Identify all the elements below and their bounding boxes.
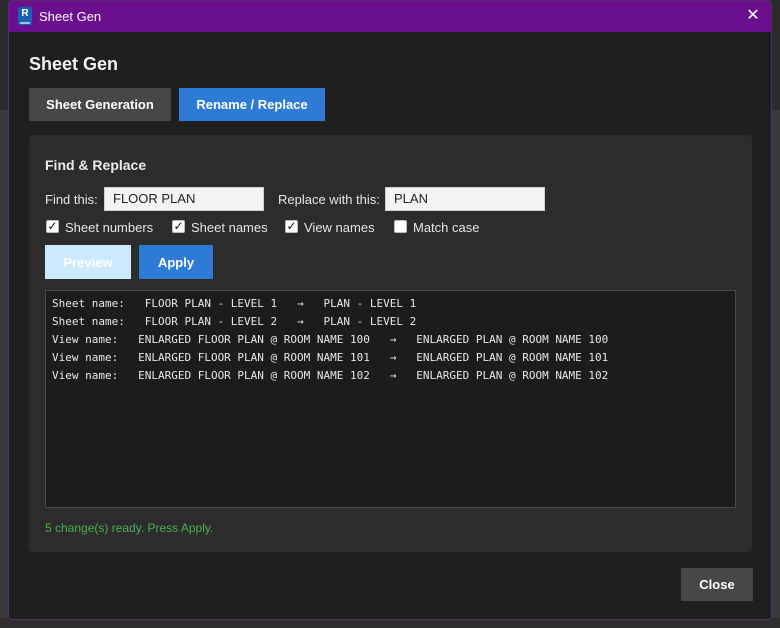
find-input[interactable]: FLOOR PLAN [104, 187, 264, 211]
preview-button[interactable]: Preview [45, 245, 131, 279]
title-bar[interactable]: R Sheet Gen ✕ [9, 1, 771, 32]
match-case-checkbox[interactable] [394, 220, 407, 233]
replace-input[interactable]: PLAN [385, 187, 545, 211]
sheet-numbers-checkbox[interactable]: ✓ [46, 220, 59, 233]
tab-rename-replace[interactable]: Rename / Replace [179, 88, 325, 121]
preview-output[interactable]: Sheet name: FLOOR PLAN - LEVEL 1 → PLAN … [45, 290, 736, 508]
output-line: View name: ENLARGED FLOOR PLAN @ ROOM NA… [52, 369, 609, 382]
output-line: Sheet name: FLOOR PLAN - LEVEL 1 → PLAN … [52, 297, 417, 310]
background-window-edge-left [0, 110, 8, 628]
sheet-names-checkbox[interactable]: ✓ [172, 220, 185, 233]
apply-button[interactable]: Apply [139, 245, 213, 279]
view-names-checkbox[interactable]: ✓ [285, 220, 298, 233]
page-title: Sheet Gen [29, 54, 119, 74]
sheet-numbers-label[interactable]: Sheet numbers [65, 220, 153, 235]
sheet-gen-dialog: R Sheet Gen ✕ Sheet Gen Sheet Generation… [8, 0, 772, 620]
output-line: Sheet name: FLOOR PLAN - LEVEL 2 → PLAN … [52, 315, 417, 328]
window-title: Sheet Gen [39, 9, 102, 24]
find-label: Find this: [45, 192, 98, 207]
sheet-names-label[interactable]: Sheet names [191, 220, 268, 235]
tab-sheet-generation[interactable]: Sheet Generation [29, 88, 171, 121]
revit-icon: R [18, 7, 32, 25]
revit-icon-letter: R [21, 8, 29, 19]
panel-title: Find & Replace [45, 157, 147, 173]
view-names-label[interactable]: View names [304, 220, 375, 235]
output-line: View name: ENLARGED FLOOR PLAN @ ROOM NA… [52, 333, 609, 346]
find-replace-panel: Find & Replace Find this: FLOOR PLAN Rep… [29, 135, 752, 552]
status-message: 5 change(s) ready. Press Apply. [45, 521, 214, 535]
close-icon[interactable]: ✕ [743, 6, 763, 26]
match-case-label[interactable]: Match case [413, 220, 479, 235]
output-line: View name: ENLARGED FLOOR PLAN @ ROOM NA… [52, 351, 609, 364]
replace-label: Replace with this: [278, 192, 380, 207]
close-button[interactable]: Close [681, 568, 753, 601]
background-window-edge-right [772, 110, 780, 628]
